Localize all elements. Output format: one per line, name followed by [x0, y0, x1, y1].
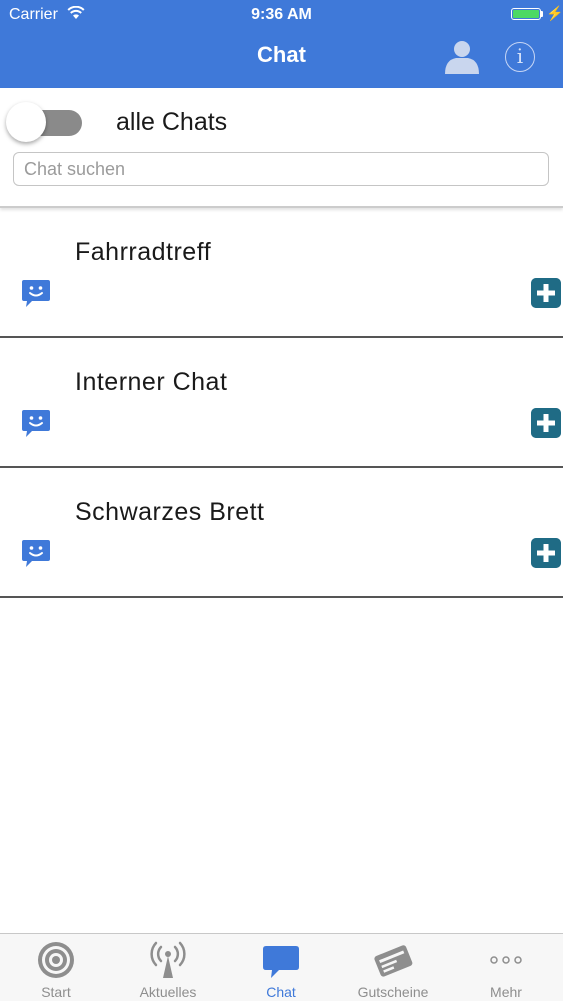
info-icon[interactable]: i	[505, 42, 535, 72]
add-chat-button[interactable]	[531, 538, 561, 568]
all-chats-toggle[interactable]	[6, 102, 82, 142]
add-chat-button[interactable]	[531, 278, 561, 308]
chat-row-fahrradtreff[interactable]: Fahrradtreff	[0, 208, 563, 338]
battery-icon	[511, 8, 541, 20]
status-bar: Carrier 9:36 AM ⚡	[0, 0, 563, 30]
more-dots-icon	[490, 956, 522, 964]
tab-bar: Start Aktuelles Chat Gutscheine Mehr	[0, 933, 563, 1001]
tab-chat[interactable]: Chat	[225, 934, 337, 1001]
all-chats-label: alle Chats	[116, 108, 228, 136]
tab-label: Start	[41, 984, 71, 1000]
tab-label: Gutscheine	[357, 984, 429, 1000]
target-icon	[38, 942, 74, 978]
antenna-icon	[150, 941, 186, 978]
battery-tip	[541, 11, 543, 17]
user-icon[interactable]	[443, 38, 481, 74]
tab-label: Mehr	[490, 984, 522, 1000]
chat-row-interner-chat[interactable]: Interner Chat	[0, 338, 563, 468]
voucher-icon	[374, 945, 413, 977]
status-time: 9:36 AM	[251, 6, 312, 23]
tab-aktuelles[interactable]: Aktuelles	[112, 934, 224, 1001]
tab-gutscheine[interactable]: Gutscheine	[337, 934, 449, 1001]
charging-icon: ⚡	[546, 5, 563, 21]
chat-search-input[interactable]	[13, 152, 549, 186]
tab-label: Chat	[266, 984, 296, 1000]
tab-start[interactable]: Start	[0, 934, 112, 1001]
chat-name: Fahrradtreff	[75, 238, 212, 266]
chat-bubble-icon	[263, 946, 299, 978]
chat-row-schwarzes-brett[interactable]: Schwarzes Brett	[0, 468, 563, 598]
chat-smiley-icon	[22, 410, 50, 437]
header: Carrier 9:36 AM ⚡ Chat i	[0, 0, 563, 88]
chat-list: Fahrradtreff Interner Chat Schwarzes Bre…	[0, 208, 563, 598]
tab-label: Aktuelles	[139, 984, 197, 1000]
chat-smiley-icon	[22, 280, 50, 307]
toggle-knob	[6, 102, 46, 142]
chat-name: Interner Chat	[75, 368, 228, 396]
chat-smiley-icon	[22, 540, 50, 567]
add-chat-button[interactable]	[531, 408, 561, 438]
tab-mehr[interactable]: Mehr	[450, 934, 562, 1001]
chat-filter-panel: alle Chats	[0, 88, 563, 208]
chat-name: Schwarzes Brett	[75, 498, 265, 526]
